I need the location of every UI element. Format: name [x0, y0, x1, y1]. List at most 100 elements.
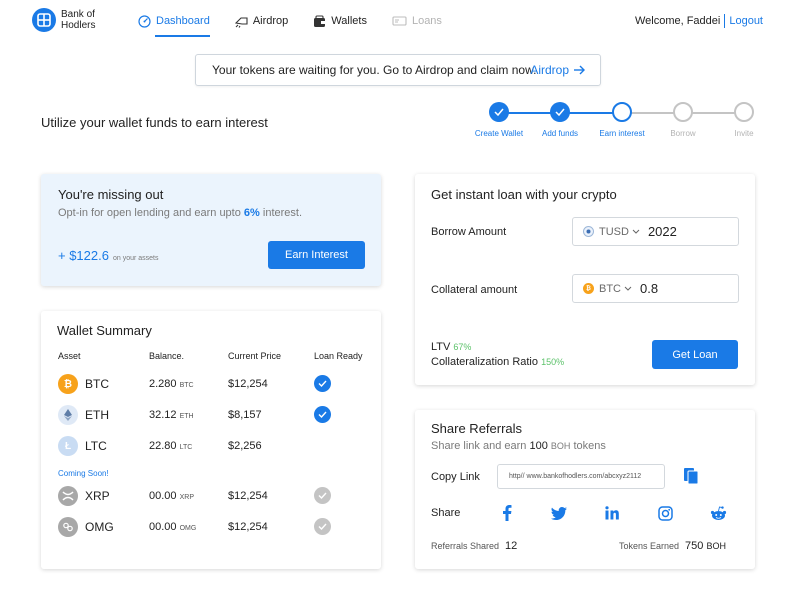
step-current-circle-icon [612, 102, 632, 122]
table-row-ltc[interactable]: Ł LTC 22.80 LTC $2,256 [41, 434, 381, 458]
missed-amount-note: on your assets [112, 255, 159, 262]
asset-balance: 32.12 ETH [149, 409, 194, 421]
balance-unit: OMG [179, 525, 197, 532]
asset-balance: 00.00 OMG [149, 521, 196, 533]
brand-line-1: Bank of [61, 9, 95, 20]
ltv-label: LTV [431, 341, 451, 353]
loans-icon [392, 16, 407, 26]
banner-text: Your tokens are waiting for you. Go to A… [212, 63, 537, 77]
collateral-amount-field[interactable]: ₿ BTC 0.8 [572, 274, 739, 303]
step-add-funds[interactable]: Add funds [529, 102, 591, 138]
referrals-shared: Referrals Shared 12 [431, 540, 517, 552]
step-earn-interest[interactable]: Earn interest [591, 102, 653, 138]
tokens-earned-amount: 750 BOH [685, 540, 726, 552]
onboarding-stepper: Create Wallet Add funds Earn interest Bo… [468, 102, 764, 148]
missing-out-subtitle: Opt-in for open lending and earn upto 6%… [58, 207, 302, 219]
step-invite[interactable]: Invite [713, 102, 775, 138]
balance-value: 2.280 [149, 378, 177, 390]
nav-loans-label: Loans [411, 15, 442, 27]
copy-icon[interactable] [683, 467, 699, 488]
balance-unit: LTC [179, 444, 193, 451]
nav-loans[interactable]: Loans [392, 12, 442, 30]
xrp-icon [58, 486, 78, 506]
loan-ready-check-icon [314, 518, 331, 535]
facebook-icon[interactable] [498, 504, 516, 522]
step-check-icon [550, 102, 570, 122]
brand-logo[interactable]: Bank of Hodlers [32, 8, 95, 32]
balance-unit: XRP [179, 494, 194, 501]
balance-value: 32.12 [149, 409, 177, 421]
bank-of-hodlers-logo-icon [32, 8, 56, 32]
wallet-summary-title: Wallet Summary [57, 323, 152, 338]
asset-balance: 00.00 XRP [149, 490, 194, 502]
borrow-currency-select[interactable]: TUSD [599, 226, 640, 238]
step-create-wallet[interactable]: Create Wallet [468, 102, 530, 138]
referral-reward-amount: 100 [529, 440, 548, 452]
chevron-down-icon [632, 229, 640, 234]
referrals-subtitle: Share link and earn 100 BOH tokens [431, 440, 606, 452]
instant-loan-card: Get instant loan with your crypto Borrow… [415, 174, 755, 385]
asset-symbol: BTC [85, 377, 109, 391]
referrals-sub-prefix: Share link and earn [431, 440, 530, 452]
missing-out-card: You're missing out Opt-in for open lendi… [41, 174, 381, 286]
linkedin-icon[interactable] [603, 504, 621, 522]
collateral-currency-select[interactable]: BTC [599, 283, 632, 295]
logout-link[interactable]: Logout [729, 15, 763, 27]
twitter-icon[interactable] [550, 504, 568, 522]
brand-name: Bank of Hodlers [61, 9, 95, 31]
asset-price: $2,256 [228, 440, 262, 452]
table-row-eth[interactable]: ETH 32.12 ETH $8,157 [41, 403, 381, 427]
nav-wallets-label: Wallets [331, 15, 367, 27]
arrow-right-icon [574, 65, 585, 75]
referral-link-field[interactable]: http// www.bankofhodlers.com/abcxyz2112 [497, 464, 665, 489]
collateral-amount-label: Collateral amount [431, 284, 518, 296]
column-header-balance: Balance. [149, 351, 185, 361]
wallet-icon [314, 14, 326, 27]
ltc-icon: Ł [58, 436, 78, 456]
ltv-line: LTV 67% [431, 341, 471, 353]
btc-icon: ₿ [583, 283, 594, 294]
nav-wallets[interactable]: Wallets [313, 12, 367, 30]
tokens-earned-unit: BOH [706, 541, 726, 551]
nav-airdrop[interactable]: Airdrop [234, 12, 288, 30]
get-loan-button[interactable]: Get Loan [652, 340, 738, 369]
nav-dashboard[interactable]: Dashboard [138, 12, 210, 37]
airdrop-banner: Your tokens are waiting for you. Go to A… [195, 54, 601, 86]
nav-dashboard-label: Dashboard [156, 15, 210, 27]
collateralization-label: Collateralization Ratio [431, 356, 538, 368]
ltv-value: 67% [453, 342, 472, 352]
earn-interest-button[interactable]: Earn Interest [268, 241, 365, 269]
missed-earnings: + $122.6 on your assets [58, 248, 159, 263]
step-label: Invite [734, 129, 754, 138]
airdrop-icon [234, 16, 248, 28]
step-label: Earn interest [599, 129, 645, 138]
missed-amount: + $122.6 [58, 248, 109, 263]
asset-price: $12,254 [228, 490, 268, 502]
balance-value: 22.80 [149, 440, 177, 452]
wallet-summary-card: Wallet Summary Asset Balance. Current Pr… [41, 311, 381, 569]
borrow-amount-value[interactable]: 2022 [648, 224, 677, 239]
loan-ready-check-icon [314, 487, 331, 504]
step-pending-circle-icon [673, 102, 693, 122]
banner-airdrop-link[interactable]: Airdrop [530, 63, 586, 77]
balance-unit: ETH [179, 413, 194, 420]
missing-sub-prefix: Opt-in for open lending and earn upto [58, 207, 244, 219]
instagram-icon[interactable] [656, 504, 674, 522]
dashboard-icon [138, 14, 151, 28]
loan-ready-check-icon [314, 375, 331, 392]
borrow-amount-label: Borrow Amount [431, 226, 507, 238]
column-header-price: Current Price [228, 351, 282, 361]
main-nav: Dashboard Airdrop Wallets Loans [138, 12, 467, 37]
collateral-amount-value[interactable]: 0.8 [640, 281, 658, 296]
reddit-icon[interactable] [709, 504, 727, 522]
table-row-btc[interactable]: ₿ BTC 2.280 BTC $12,254 [41, 372, 381, 396]
referrals-shared-value: 12 [505, 540, 518, 552]
tokens-earned-value: 750 [685, 540, 704, 552]
collateralization-value: 150% [541, 357, 565, 367]
user-area: Welcome, Faddei Logout [635, 14, 763, 28]
borrow-amount-field[interactable]: TUSD 2022 [572, 217, 739, 246]
missing-out-title: You're missing out [58, 187, 164, 202]
page-title: Utilize your wallet funds to earn intere… [41, 115, 268, 130]
step-borrow[interactable]: Borrow [652, 102, 714, 138]
share-referrals-card: Share Referrals Share link and earn 100 … [415, 410, 755, 569]
